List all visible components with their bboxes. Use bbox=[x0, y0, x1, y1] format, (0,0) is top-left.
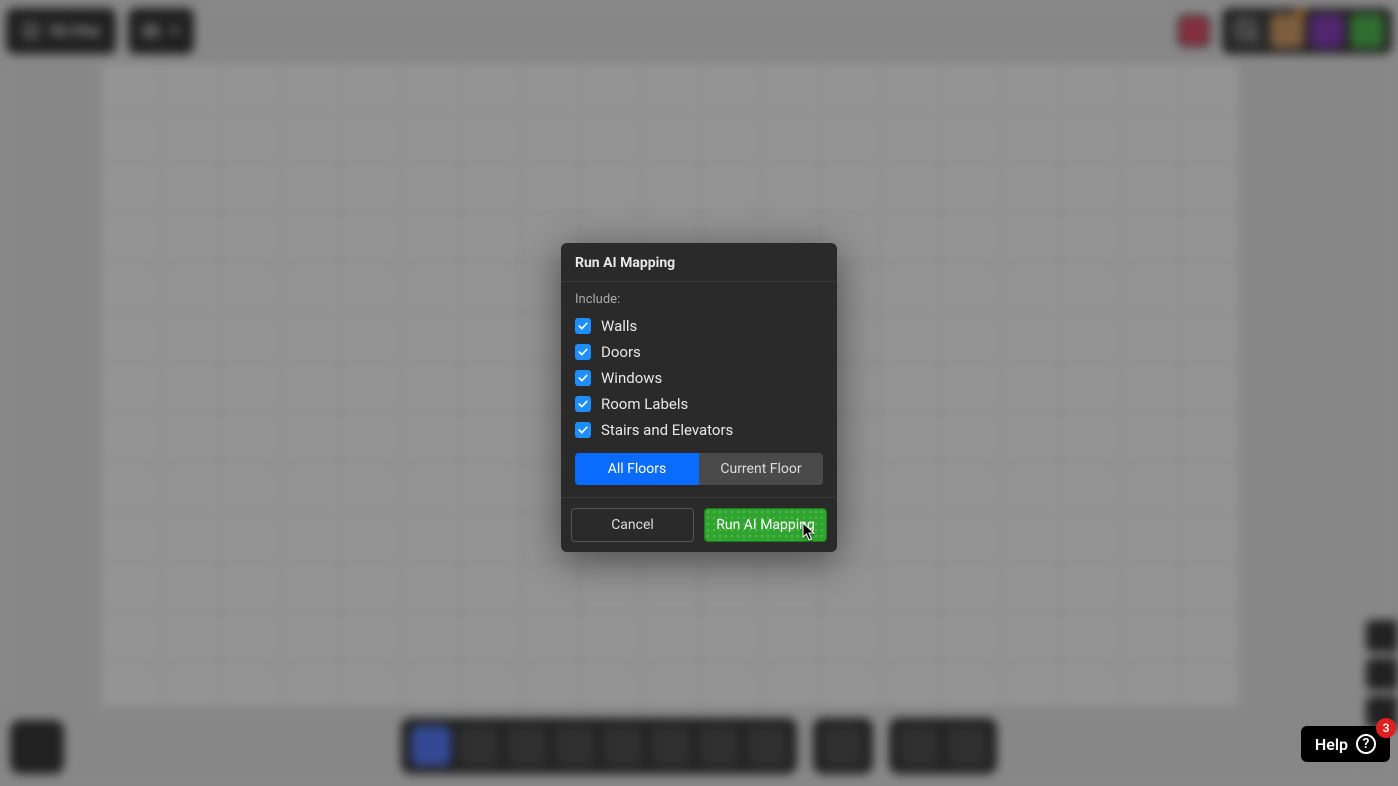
scope-all-floors[interactable]: All Floors bbox=[575, 453, 699, 485]
dialog-title: Run AI Mapping bbox=[561, 243, 837, 282]
option-doors-label: Doors bbox=[601, 343, 641, 361]
option-stairs-elevators-label: Stairs and Elevators bbox=[601, 421, 733, 439]
option-stairs-elevators-row[interactable]: Stairs and Elevators bbox=[575, 417, 823, 443]
option-walls-label: Walls bbox=[601, 317, 637, 335]
check-icon bbox=[577, 398, 589, 410]
cancel-button[interactable]: Cancel bbox=[571, 508, 694, 542]
floor-scope-segment: All Floors Current Floor bbox=[575, 453, 823, 485]
check-icon bbox=[577, 372, 589, 384]
include-label: Include: bbox=[575, 292, 823, 307]
run-ai-mapping-button[interactable]: Run AI Mapping bbox=[704, 508, 827, 542]
checkbox-walls[interactable] bbox=[575, 318, 591, 334]
checkbox-stairs-elevators[interactable] bbox=[575, 422, 591, 438]
help-button[interactable]: Help ? 3 bbox=[1301, 726, 1390, 762]
help-label: Help bbox=[1315, 735, 1348, 754]
option-room-labels-row[interactable]: Room Labels bbox=[575, 391, 823, 417]
check-icon bbox=[577, 346, 589, 358]
option-walls-row[interactable]: Walls bbox=[575, 313, 823, 339]
check-icon bbox=[577, 320, 589, 332]
scope-current-floor[interactable]: Current Floor bbox=[699, 453, 823, 485]
checkbox-doors[interactable] bbox=[575, 344, 591, 360]
option-windows-label: Windows bbox=[601, 369, 662, 387]
option-room-labels-label: Room Labels bbox=[601, 395, 688, 413]
help-badge-count: 3 bbox=[1376, 718, 1396, 738]
footer-attribution: © Beacons.ai switchboard bbox=[1262, 771, 1390, 784]
check-icon bbox=[577, 424, 589, 436]
option-doors-row[interactable]: Doors bbox=[575, 339, 823, 365]
checkbox-windows[interactable] bbox=[575, 370, 591, 386]
checkbox-room-labels[interactable] bbox=[575, 396, 591, 412]
option-windows-row[interactable]: Windows bbox=[575, 365, 823, 391]
run-ai-mapping-dialog: Run AI Mapping Include: Walls Doors Wind… bbox=[561, 243, 837, 552]
question-icon: ? bbox=[1356, 734, 1376, 754]
